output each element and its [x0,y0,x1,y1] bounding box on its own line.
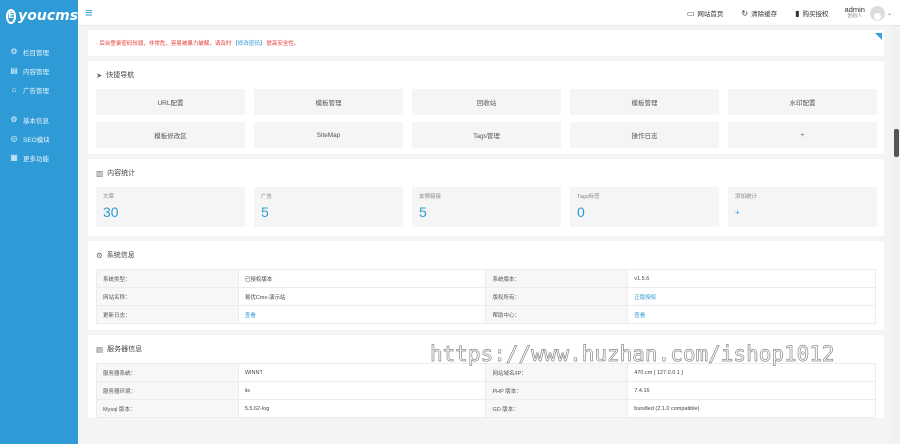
site-home-link[interactable]: ▭ 网站首页 [686,8,724,19]
server-info-table: 服务器系统： WINNT 网站域名/IP： 470.cm [ 127.0.0.1… [96,363,876,418]
stats-grid: 文章 30 广告 5 友情链接 5 Tags标签 0 添加统计 + [96,187,877,236]
logo[interactable]: E youcms [0,0,78,32]
sidebar-item-label: 更多功能 [23,155,49,163]
document-icon: ▤ [10,66,18,75]
user-info: admin 创始人 [845,5,865,20]
menu-toggle-icon[interactable]: ≡ [85,6,93,19]
quick-nav-watermark[interactable]: 水印配置 [728,89,877,115]
site-home-label: 网站首页 [697,11,724,18]
server-icon: ▤ [96,344,104,354]
quick-nav-sitemap[interactable]: SiteMap [254,122,403,148]
clear-cache-link[interactable]: ↻ 清除缓存 [741,8,778,19]
logo-text: youcms [18,8,79,24]
megaphone-icon: ⌂ [11,85,17,94]
table-row: 更新日志： 查看 帮助中心： 查看 [96,305,876,324]
stat-value: 0 [577,204,585,220]
stat-value: 30 [103,204,119,220]
stat-articles[interactable]: 文章 30 [96,187,245,227]
quick-nav-logs[interactable]: 操作日志 [570,122,719,148]
globe-icon: ◎ [10,134,18,143]
quick-nav-recycle-bin[interactable]: 回收站 [412,89,561,115]
sidebar-item-columns[interactable]: ⚙ 栏目管理 [0,42,78,61]
sidebar-item-label: 内容管理 [23,68,49,76]
stat-tags[interactable]: Tags标签 0 [570,187,719,227]
send-icon: ➤ [96,70,103,80]
server-info-title: ▤ 服务器信息 [96,344,143,354]
quick-nav-card: ➤ 快捷导航 URL配置 模板管理 回收站 模板管理 水印配置 模板修改区 Si… [88,61,884,154]
quick-nav-url-config[interactable]: URL配置 [96,89,245,115]
corner-flag-icon [875,33,882,40]
sidebar-item-basic-info[interactable]: ⚙ 基本信息 [0,110,78,129]
stats-title: ▥ 内容统计 [96,168,136,178]
stat-ads[interactable]: 广告 5 [254,187,403,227]
buy-license-link[interactable]: ▮ 购买授权 [795,8,829,19]
buy-license-label: 购买授权 [802,11,829,18]
bookmark-icon: ▮ [795,8,800,18]
refresh-icon: ↻ [741,8,749,18]
settings-icon: ⚙ [10,115,18,124]
gear-icon: ⚙ [96,250,103,260]
quick-nav-grid: URL配置 模板管理 回收站 模板管理 水印配置 模板修改区 SiteMap T… [96,89,877,154]
logo-mark: E [6,8,17,24]
sidebar-nav: ⚙ 栏目管理 ▤ 内容管理 ⌂ 广告管理 ⚙ 基本信息 ◎ SEO模块 ▦ 更多… [0,42,78,167]
stat-add[interactable]: 添加统计 + [728,187,877,227]
quick-nav-template-edit[interactable]: 模板修改区 [96,122,245,148]
table-row: 服务器系统： WINNT 网站域名/IP： 470.cm [ 127.0.0.1… [96,363,876,382]
table-row: 服务器环境： iis PHP 版本： 7.4.16 [96,381,876,400]
chart-icon: ▥ [96,168,104,178]
quick-nav-tags[interactable]: Tags管理 [412,122,561,148]
sidebar-item-more[interactable]: ▦ 更多功能 [0,148,78,167]
sidebar-item-label: 广告管理 [23,87,49,95]
sidebar-item-ads[interactable]: ⌂ 广告管理 [0,80,78,99]
sidebar-item-label: 栏目管理 [23,49,49,57]
quick-nav-title: ➤ 快捷导航 [96,70,135,80]
help-center-link[interactable]: 查看 [634,313,645,319]
avatar [869,5,885,21]
quick-nav-template[interactable]: 模板管理 [254,89,403,115]
sidebar-item-label: 基本信息 [23,117,49,125]
sidebar-item-seo[interactable]: ◎ SEO模块 [0,129,78,148]
user-role: 创始人 [847,13,863,20]
chevron-down-icon: ⌄ [886,10,892,17]
plus-circle-icon: + [735,208,740,217]
stat-links[interactable]: 友情链接 5 [412,187,561,227]
security-notice: · 后台登录密码较弱，非常危，容易被暴力破解，请及时 【修改密码】 提高安全性。 [88,30,884,56]
change-password-link[interactable]: 【修改密码】 [232,39,265,47]
grid-icon: ▦ [10,153,18,162]
monitor-icon: ▭ [686,8,695,18]
table-row: 系统类型： 已授权版本 系统版本： v1.5.6 [96,269,876,288]
sidebar-item-label: SEO模块 [23,136,50,144]
server-info-card: ▤ 服务器信息 服务器系统： WINNT 网站域名/IP： 470.cm [ 1… [88,335,884,418]
user-menu[interactable]: admin 创始人 ⌄ [845,5,892,21]
sidebar: E youcms ⚙ 栏目管理 ▤ 内容管理 ⌂ 广告管理 ⚙ 基本信息 ◎ S… [0,0,78,444]
notice-text: · 后台登录密码较弱，非常危，容易被暴力破解，请及时 [96,41,232,47]
scrollbar-thumb[interactable] [894,129,899,157]
sidebar-item-content[interactable]: ▤ 内容管理 [0,61,78,80]
system-info-table: 系统类型： 已授权版本 系统版本： v1.5.6 网站名称： 易优Cms-演示站… [96,269,876,324]
notice-suffix: 提高安全性。 [266,41,300,47]
stat-value: 5 [419,204,427,220]
system-info-card: ⚙ 系统信息 系统类型： 已授权版本 系统版本： v1.5.6 网站名称： 易优… [88,241,884,330]
gear-icon: ⚙ [10,47,18,56]
scrollbar[interactable] [893,26,900,444]
top-links: ▭ 网站首页 ↻ 清除缓存 ▮ 购买授权 admin 创始人 ⌄ [669,0,892,26]
quick-nav-add-button[interactable]: + [728,122,877,148]
copyright-link[interactable]: 正版授权 [634,295,656,301]
changelog-link[interactable]: 查看 [245,313,256,319]
top-bar: ≡ ▭ 网站首页 ↻ 清除缓存 ▮ 购买授权 admin 创始人 ⌄ [78,0,900,26]
stat-value: 5 [261,204,269,220]
table-row: Mysql 版本： 5.5.62-log GD 版本： bundled (2.1… [96,399,876,418]
stats-card: ▥ 内容统计 文章 30 广告 5 友情链接 5 Tags标签 0 添加统计 + [88,159,884,236]
main-content: · 后台登录密码较弱，非常危，容易被暴力破解，请及时 【修改密码】 提高安全性。… [88,30,884,444]
table-row: 网站名称： 易优Cms-演示站 版权所有： 正版授权 [96,287,876,306]
quick-nav-template-2[interactable]: 模板管理 [570,89,719,115]
system-info-title: ⚙ 系统信息 [96,250,135,260]
clear-cache-label: 清除缓存 [751,11,778,18]
